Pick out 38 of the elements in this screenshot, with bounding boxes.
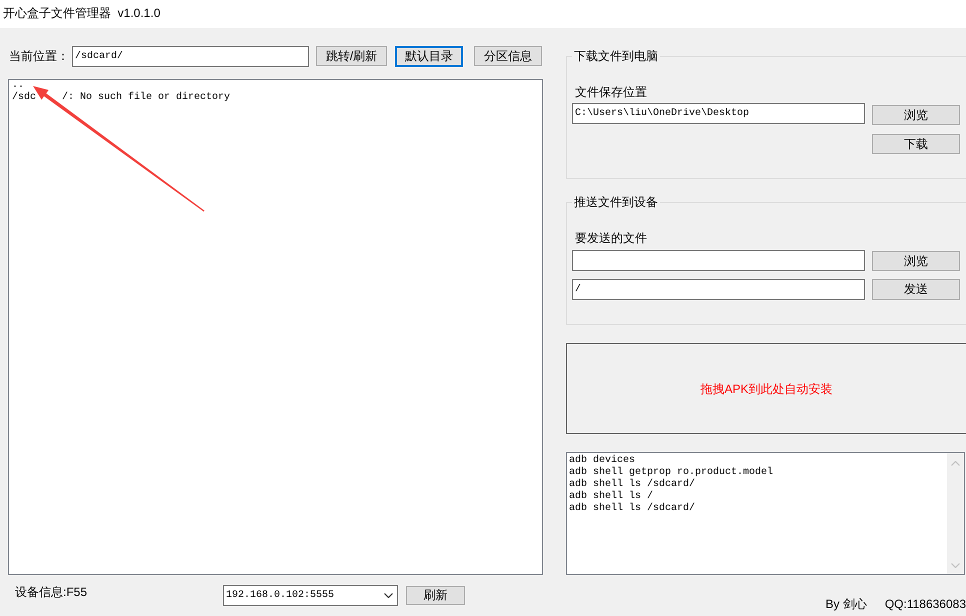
log-line: adb shell getprop ro.product.model — [569, 467, 774, 478]
log-line: adb shell ls / — [569, 491, 654, 502]
author-credit: By 剑心 — [825, 597, 867, 611]
file-list[interactable]: .. /sdc /: No such file or directory — [8, 79, 543, 575]
device-address-dropdown[interactable]: 192.168.0.102:5555 — [223, 585, 398, 606]
log-textarea[interactable]: adb devices adb shell getprop ro.product.model adb shell ls /sdcard/ adb shell ls / adb shell ls /sdcard/ — [566, 452, 965, 575]
browse-button[interactable]: 浏览 — [872, 251, 960, 271]
chevron-down-icon — [951, 563, 960, 568]
log-line: adb shell ls /sdcard/ — [569, 503, 696, 515]
window-title: 开心盒子文件管理器 v1.0.1.0 — [3, 6, 160, 20]
send-button[interactable]: 发送 — [872, 279, 960, 300]
file-path-field[interactable] — [572, 250, 865, 271]
device-info-label: 设备信息:F55 — [15, 585, 88, 599]
target-path-field[interactable]: / — [572, 279, 865, 300]
apk-drop-zone[interactable]: 拖拽APK到此处自动安装 — [566, 343, 966, 434]
path-field[interactable]: /sdcard/ — [72, 46, 309, 66]
file-list-line: .. — [12, 80, 24, 92]
field-label: 文件保存位置 — [575, 85, 647, 99]
refresh-button[interactable]: 刷新 — [406, 586, 465, 605]
chevron-down-icon — [384, 593, 393, 598]
download-button[interactable]: 下载 — [872, 134, 960, 154]
save-path-field[interactable]: C:\Users\liu\OneDrive\Desktop — [572, 103, 865, 124]
group-title: 推送文件到设备 — [573, 195, 659, 209]
field-label: 要发送的文件 — [575, 231, 647, 245]
toolbar-button[interactable]: 默认目录 — [395, 46, 463, 66]
toolbar-button[interactable]: 跳转/刷新 — [316, 46, 387, 66]
log-line: adb devices — [569, 455, 636, 466]
toolbar-button[interactable]: 分区信息 — [474, 46, 542, 66]
qq-contact: QQ:118636083 — [884, 597, 966, 611]
drop-zone-hint: 拖拽APK到此处自动安装 — [700, 382, 832, 396]
log-line: adb shell ls /sdcard/ — [569, 479, 696, 490]
file-list-line: /: No such file or directory — [62, 92, 230, 104]
vertical-scrollbar[interactable] — [947, 453, 964, 574]
group-title: 下载文件到电脑 — [573, 49, 659, 63]
file-list-line: /sdc — [12, 92, 36, 104]
browse-button[interactable]: 浏览 — [872, 105, 960, 125]
location-label: 当前位置： — [9, 49, 70, 63]
chevron-up-icon — [951, 461, 960, 466]
